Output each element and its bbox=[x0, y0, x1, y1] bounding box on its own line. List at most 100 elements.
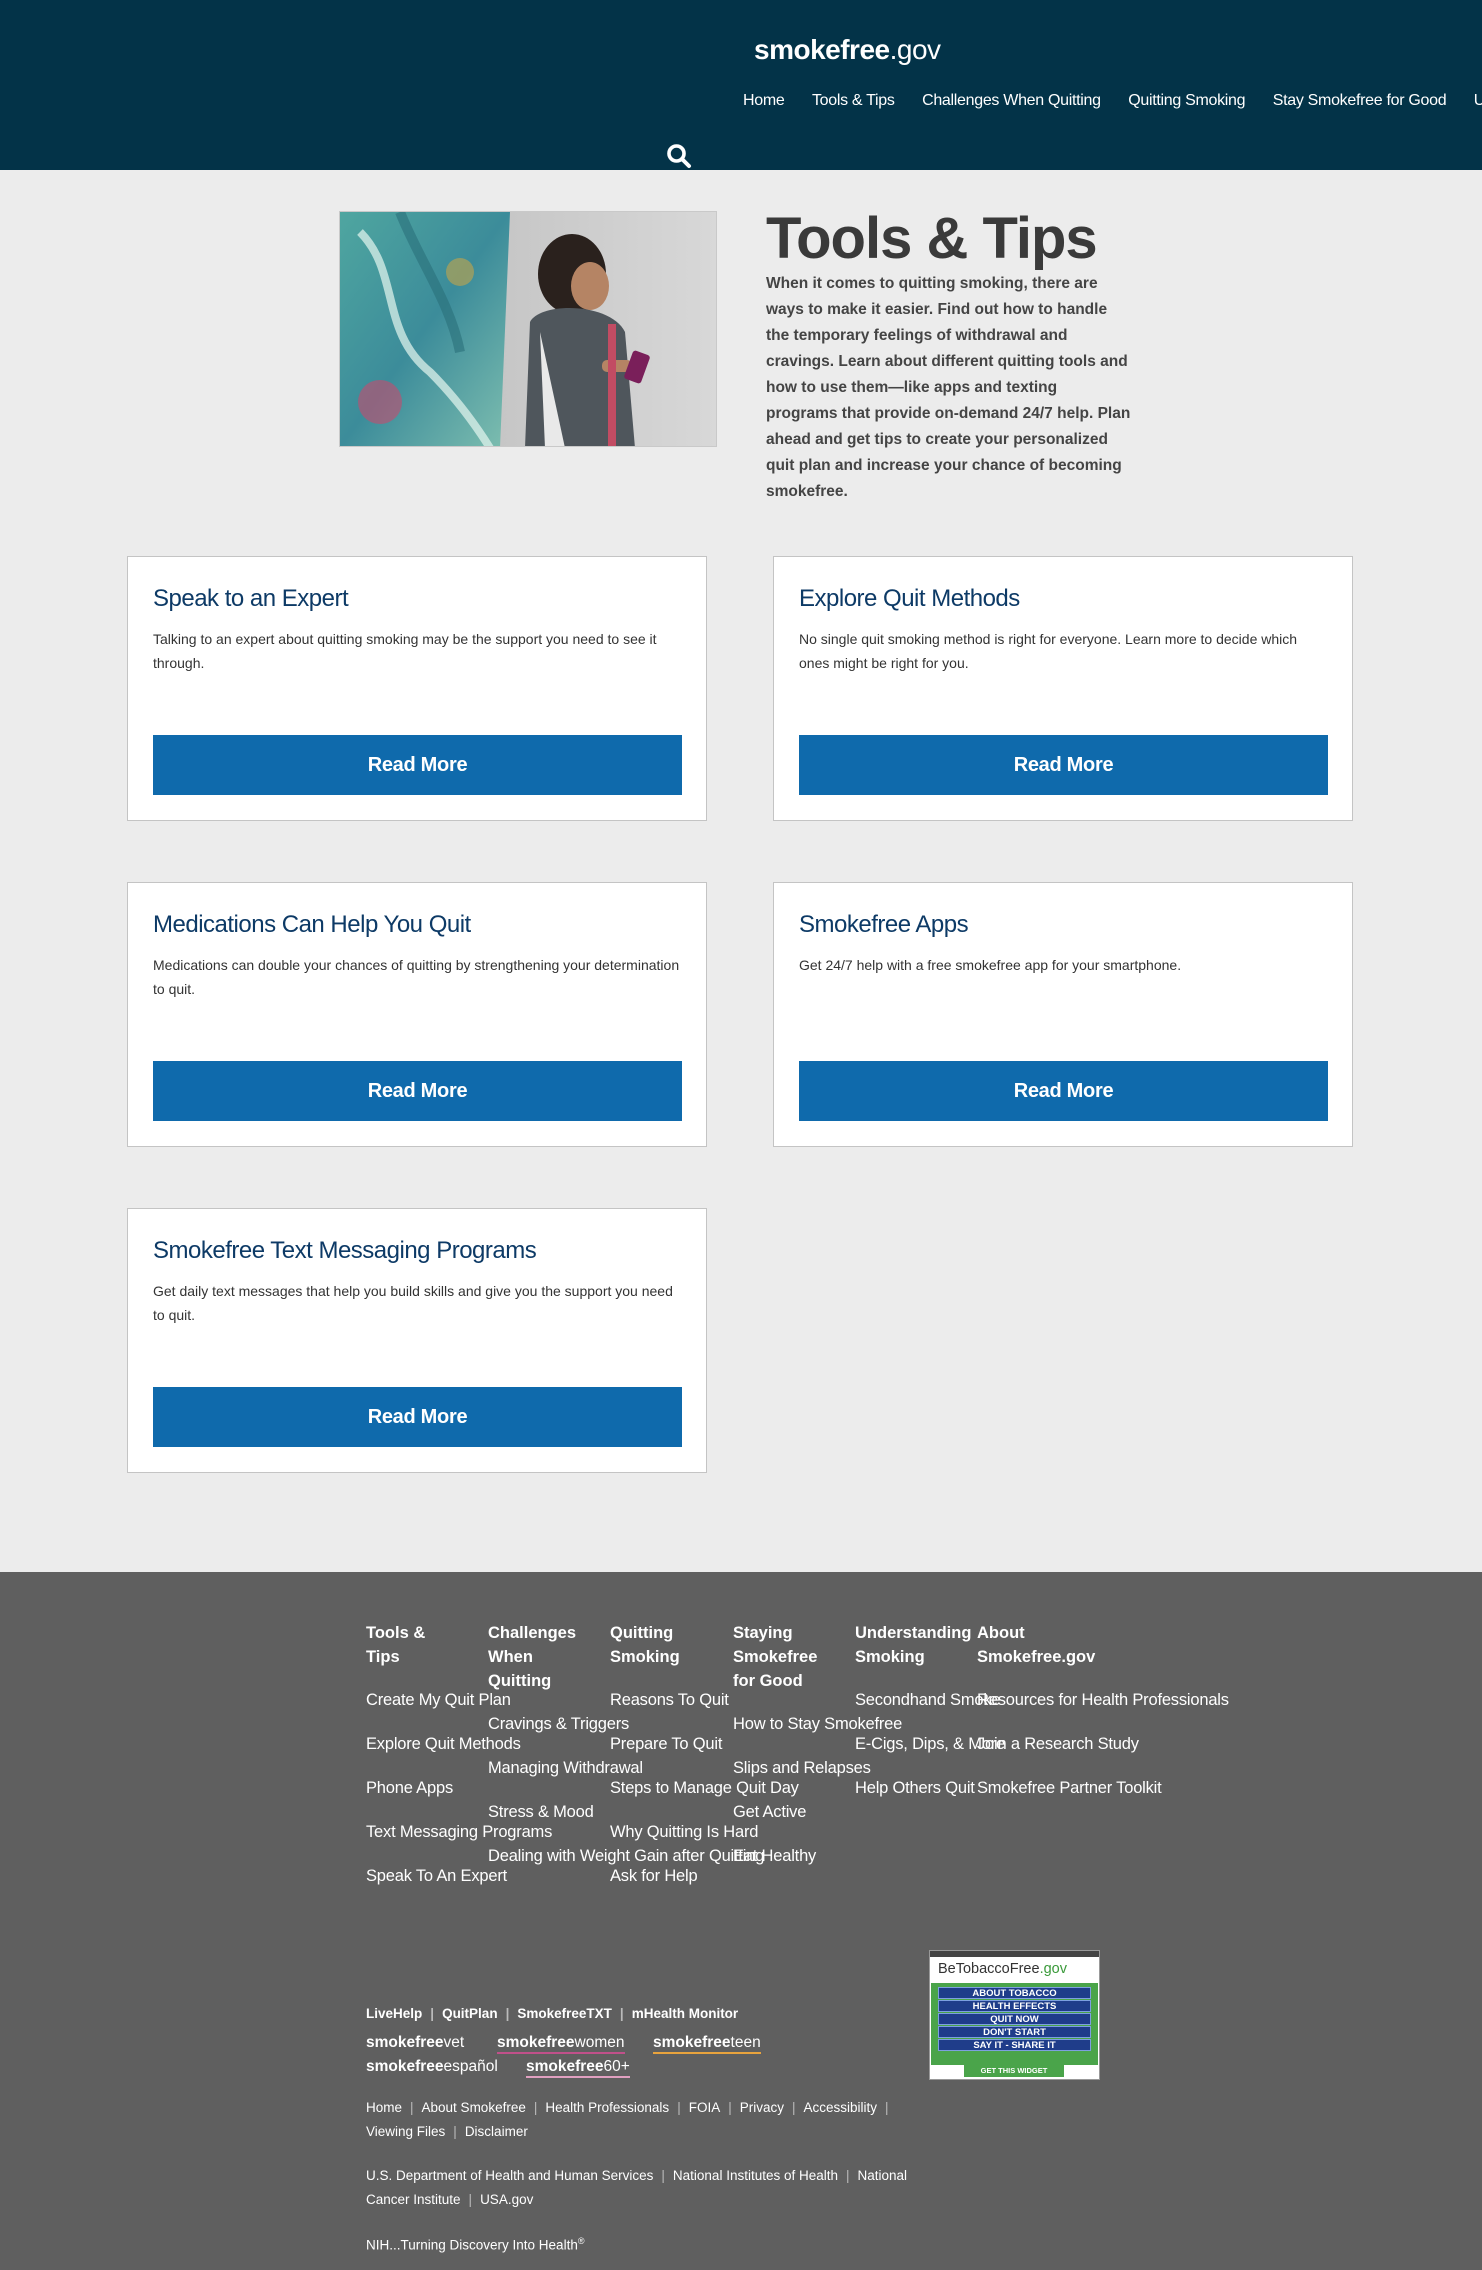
nav-tools-tips[interactable]: Tools & Tips bbox=[812, 92, 895, 110]
brand-smokefree-espanol[interactable]: smokefreeespañol bbox=[366, 2058, 498, 2076]
card-speak-to-expert: Speak to an Expert Talking to an expert … bbox=[127, 556, 707, 821]
footer-link[interactable]: Cravings & Triggers bbox=[488, 1715, 629, 1734]
card-title[interactable]: Medications Can Help You Quit bbox=[153, 911, 471, 939]
footer-link[interactable]: Ask for Help bbox=[610, 1867, 698, 1886]
legal-link-viewing-files[interactable]: Viewing Files bbox=[366, 2124, 445, 2139]
gov-link-usa[interactable]: USA.gov bbox=[480, 2192, 533, 2207]
main-nav: Home Tools & Tips Challenges When Quitti… bbox=[743, 92, 1482, 110]
footer-link[interactable]: Phone Apps bbox=[366, 1779, 453, 1798]
card-title[interactable]: Smokefree Apps bbox=[799, 911, 969, 939]
gov-link-nci-cont[interactable]: Cancer Institute bbox=[366, 2192, 461, 2207]
brand-light: teen bbox=[730, 2034, 761, 2051]
legal-link-accessibility[interactable]: Accessibility bbox=[804, 2100, 878, 2115]
gov-links: U.S. Department of Health and Human Serv… bbox=[366, 2168, 908, 2183]
widget-item[interactable]: DON'T START bbox=[938, 2026, 1091, 2038]
logo-bold-text: smokefree bbox=[754, 34, 890, 65]
nav-quitting-smoking[interactable]: Quitting Smoking bbox=[1128, 92, 1245, 110]
read-more-button[interactable]: Read More bbox=[153, 1061, 682, 1121]
widget-item[interactable]: HEALTH EFFECTS bbox=[938, 2000, 1091, 2012]
footer-heading-tools-tips[interactable]: Tools & Tips bbox=[366, 1621, 456, 1669]
footer-heading-understanding[interactable]: Understanding Smoking bbox=[855, 1621, 975, 1669]
program-link-smokefreetxt[interactable]: SmokefreeTXT bbox=[517, 2006, 612, 2021]
brand-light: 60+ bbox=[603, 2058, 630, 2075]
widget-menu: ABOUT TOBACCO HEALTH EFFECTS QUIT NOW DO… bbox=[931, 1983, 1098, 2065]
read-more-button[interactable]: Read More bbox=[153, 1387, 682, 1447]
program-link-livehelp[interactable]: LiveHelp bbox=[366, 2006, 422, 2021]
brand-smokefree-vet[interactable]: smokefreevet bbox=[366, 2034, 464, 2052]
footer-link[interactable]: How to Stay Smokefree bbox=[733, 1715, 902, 1734]
nih-tagline: NIH...Turning Discovery Into Health® bbox=[366, 2236, 584, 2253]
legal-link-about[interactable]: About Smokefree bbox=[422, 2100, 526, 2115]
legal-link-privacy[interactable]: Privacy bbox=[740, 2100, 784, 2115]
footer-link[interactable]: Explore Quit Methods bbox=[366, 1735, 521, 1754]
card-smokefree-apps: Smokefree Apps Get 24/7 help with a free… bbox=[773, 882, 1353, 1147]
read-more-button[interactable]: Read More bbox=[153, 735, 682, 795]
footer-link[interactable]: Help Others Quit bbox=[855, 1779, 975, 1798]
read-more-button[interactable]: Read More bbox=[799, 735, 1328, 795]
legal-link-disclaimer[interactable]: Disclaimer bbox=[465, 2124, 528, 2139]
footer-heading-quitting[interactable]: Quitting Smoking bbox=[610, 1621, 700, 1669]
brand-smokefree-teen[interactable]: smokefreeteen bbox=[653, 2034, 761, 2054]
brand-bold: smokefree bbox=[366, 2058, 444, 2075]
brand-bold: smokefree bbox=[497, 2034, 575, 2051]
footer-link[interactable]: Prepare To Quit bbox=[610, 1735, 722, 1754]
footer-link[interactable]: Stress & Mood bbox=[488, 1803, 594, 1822]
gov-link-hhs[interactable]: U.S. Department of Health and Human Serv… bbox=[366, 2168, 653, 2183]
nav-challenges[interactable]: Challenges When Quitting bbox=[922, 92, 1101, 110]
footer-link[interactable]: Reasons To Quit bbox=[610, 1691, 729, 1710]
card-title[interactable]: Speak to an Expert bbox=[153, 585, 349, 613]
site-logo[interactable]: smokefree.gov bbox=[754, 34, 941, 66]
intro-text: When it comes to quitting smoking, there… bbox=[766, 275, 1131, 500]
widget-item[interactable]: SAY IT - SHARE IT bbox=[938, 2039, 1091, 2051]
footer-link[interactable]: Text Messaging Programs bbox=[366, 1823, 552, 1842]
widget-item[interactable]: ABOUT TOBACCO bbox=[938, 1987, 1091, 1999]
footer-link[interactable]: Resources for Health Professionals bbox=[977, 1691, 1229, 1710]
legal-links-row2: Viewing Files | Disclaimer bbox=[366, 2124, 528, 2139]
nav-home[interactable]: Home bbox=[743, 92, 785, 110]
footer-link[interactable]: Speak To An Expert bbox=[366, 1867, 507, 1886]
betobaccofree-widget[interactable]: BeTobaccoFree.gov ABOUT TOBACCO HEALTH E… bbox=[929, 1950, 1100, 2080]
footer-link[interactable]: Slips and Relapses bbox=[733, 1759, 871, 1778]
read-more-button[interactable]: Read More bbox=[799, 1061, 1328, 1121]
page-title: Tools & Tips bbox=[766, 206, 1098, 271]
card-title[interactable]: Explore Quit Methods bbox=[799, 585, 1020, 613]
footer-heading-staying[interactable]: Staying Smokefree for Good bbox=[733, 1621, 823, 1693]
gov-link-nih[interactable]: National Institutes of Health bbox=[673, 2168, 838, 2183]
brand-bold: smokefree bbox=[653, 2034, 731, 2051]
footer-heading-about[interactable]: About Smokefree.gov bbox=[977, 1621, 1097, 1669]
legal-link-health-professionals[interactable]: Health Professionals bbox=[545, 2100, 669, 2115]
hero-photo bbox=[339, 211, 717, 447]
card-text: Talking to an expert about quitting smok… bbox=[153, 631, 657, 671]
footer-link[interactable]: Why Quitting Is Hard bbox=[610, 1823, 758, 1842]
footer-link[interactable]: Create My Quit Plan bbox=[366, 1691, 511, 1710]
program-link-mhealth[interactable]: mHealth Monitor bbox=[632, 2006, 739, 2021]
footer-link[interactable]: Dealing with Weight Gain after Quitting bbox=[488, 1847, 764, 1866]
logo-light-text: .gov bbox=[889, 34, 941, 65]
card-text: No single quit smoking method is right f… bbox=[799, 631, 1298, 671]
card-text-messaging: Smokefree Text Messaging Programs Get da… bbox=[127, 1208, 707, 1473]
legal-links: Home | About Smokefree | Health Professional… bbox=[366, 2100, 889, 2115]
widget-item[interactable]: QUIT NOW bbox=[938, 2013, 1091, 2025]
footer-link[interactable]: Eat Healthy bbox=[733, 1847, 816, 1866]
get-widget-button[interactable]: GET THIS WIDGET bbox=[964, 2065, 1064, 2077]
brand-smokefree-60[interactable]: smokefree60+ bbox=[526, 2058, 630, 2078]
card-title[interactable]: Smokefree Text Messaging Programs bbox=[153, 1237, 537, 1265]
footer-link[interactable]: Smokefree Partner Toolkit bbox=[977, 1779, 1162, 1798]
footer-heading-challenges[interactable]: Challenges When Quitting bbox=[488, 1621, 578, 1693]
brand-smokefree-women[interactable]: smokefreewomen bbox=[497, 2034, 625, 2054]
widget-brand: BeTobaccoFree.gov bbox=[930, 1957, 1099, 1977]
widget-brand-b: .gov bbox=[1039, 1961, 1067, 1977]
gov-link-nci[interactable]: National bbox=[858, 2168, 908, 2183]
search-icon[interactable] bbox=[666, 143, 692, 169]
footer-link[interactable]: Join a Research Study bbox=[977, 1735, 1139, 1754]
program-link-quitplan[interactable]: QuitPlan bbox=[442, 2006, 498, 2021]
nav-understanding[interactable]: Understa bbox=[1474, 92, 1482, 110]
legal-link-home[interactable]: Home bbox=[366, 2100, 402, 2115]
footer-link[interactable]: Steps to Manage Quit Day bbox=[610, 1779, 799, 1798]
footer-link[interactable]: Get Active bbox=[733, 1803, 806, 1822]
legal-link-foia[interactable]: FOIA bbox=[689, 2100, 721, 2115]
nav-stay-smokefree[interactable]: Stay Smokefree for Good bbox=[1273, 92, 1447, 110]
program-links: LiveHelp | QuitPlan | SmokefreeTXT | mHealth M… bbox=[366, 2006, 739, 2021]
gov-links-row2: Cancer Institute | USA.gov bbox=[366, 2192, 534, 2207]
footer-link[interactable]: Managing Withdrawal bbox=[488, 1759, 643, 1778]
